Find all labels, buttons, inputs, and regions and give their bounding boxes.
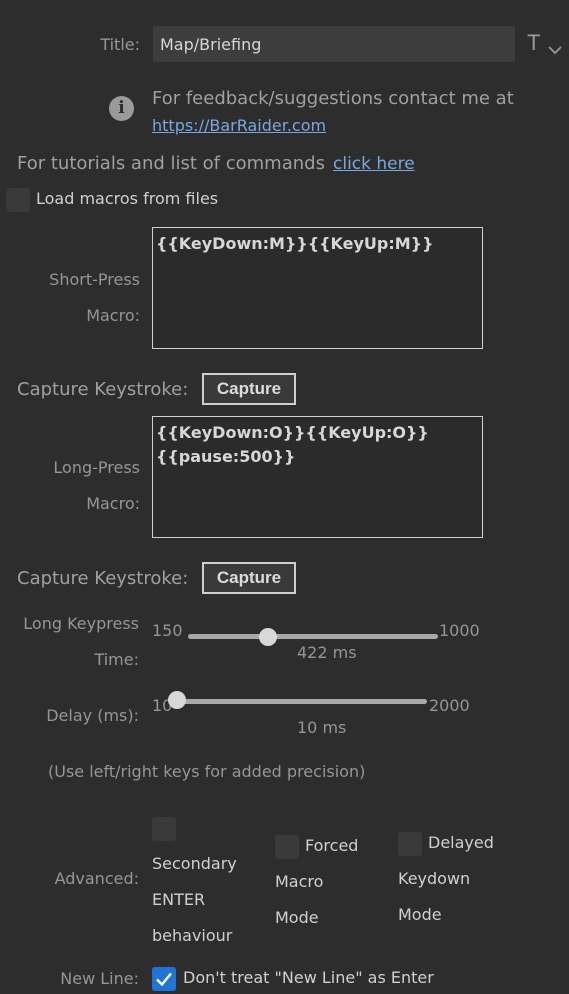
long-press-macro-input[interactable] <box>152 416 483 538</box>
delayed-keydown-checkbox[interactable] <box>398 832 422 856</box>
new-line-checkbox[interactable] <box>152 967 176 991</box>
delayed-line1: Delayed <box>428 833 494 852</box>
text-format-icon[interactable]: T <box>527 30 540 56</box>
feedback-text: For feedback/suggestions contact me at <box>152 88 514 109</box>
tutorials-text: For tutorials and list of commands <box>17 153 325 174</box>
short-press-label-2: Macro: <box>86 306 140 325</box>
secondary-line2: ENTER <box>152 890 206 909</box>
barraider-link[interactable]: https://BarRaider.com <box>152 116 326 135</box>
title-input[interactable] <box>153 26 515 62</box>
forced-line2: Macro <box>275 872 324 891</box>
secondary-line3: behaviour <box>152 926 233 945</box>
long-press-label-2: Macro: <box>86 494 140 513</box>
load-macros-checkbox[interactable] <box>6 188 30 212</box>
delayed-line3: Mode <box>398 905 442 924</box>
long-keypress-slider-track[interactable] <box>188 634 438 639</box>
capture-keystroke-label-2: Capture Keystroke: <box>17 568 189 589</box>
long-keypress-max: 1000 <box>439 621 480 640</box>
info-icon: i <box>109 96 134 121</box>
forced-line3: Mode <box>275 908 319 927</box>
tutorials-link[interactable]: click here <box>333 154 415 174</box>
capture-button[interactable]: Capture <box>202 373 296 405</box>
load-macros-label: Load macros from files <box>36 189 219 208</box>
forced-macro-checkbox[interactable] <box>275 835 299 859</box>
chevron-down-icon[interactable] <box>548 40 562 59</box>
new-line-text: Don't treat "New Line" as Enter <box>183 968 434 987</box>
long-press-label: Long-Press <box>53 458 140 477</box>
title-label: Title: <box>100 35 140 54</box>
capture-keystroke-label: Capture Keystroke: <box>17 379 189 400</box>
precision-hint: (Use left/right keys for added precision… <box>48 762 366 781</box>
delayed-line2: Keydown <box>398 869 471 888</box>
delay-max: 2000 <box>429 696 470 715</box>
new-line-label: New Line: <box>60 969 139 988</box>
long-keypress-label: Long Keypress <box>23 614 139 633</box>
long-keypress-min: 150 <box>152 621 183 640</box>
checkmark-icon <box>156 972 172 987</box>
delay-slider-thumb[interactable] <box>168 691 186 709</box>
short-press-macro-input[interactable] <box>152 227 483 349</box>
advanced-label: Advanced: <box>54 869 139 888</box>
long-keypress-label-2: Time: <box>94 650 139 669</box>
delay-value: 10 ms <box>297 718 347 737</box>
secondary-line1: Secondary <box>152 854 237 873</box>
delay-slider-track[interactable] <box>177 699 427 704</box>
delay-label: Delay (ms): <box>46 706 139 725</box>
short-press-label: Short-Press <box>49 270 140 289</box>
long-keypress-value: 422 ms <box>297 643 357 662</box>
capture-button-2[interactable]: Capture <box>202 562 296 594</box>
secondary-enter-checkbox[interactable] <box>152 817 176 841</box>
long-keypress-slider-thumb[interactable] <box>259 628 277 646</box>
forced-line1: Forced <box>305 836 359 855</box>
